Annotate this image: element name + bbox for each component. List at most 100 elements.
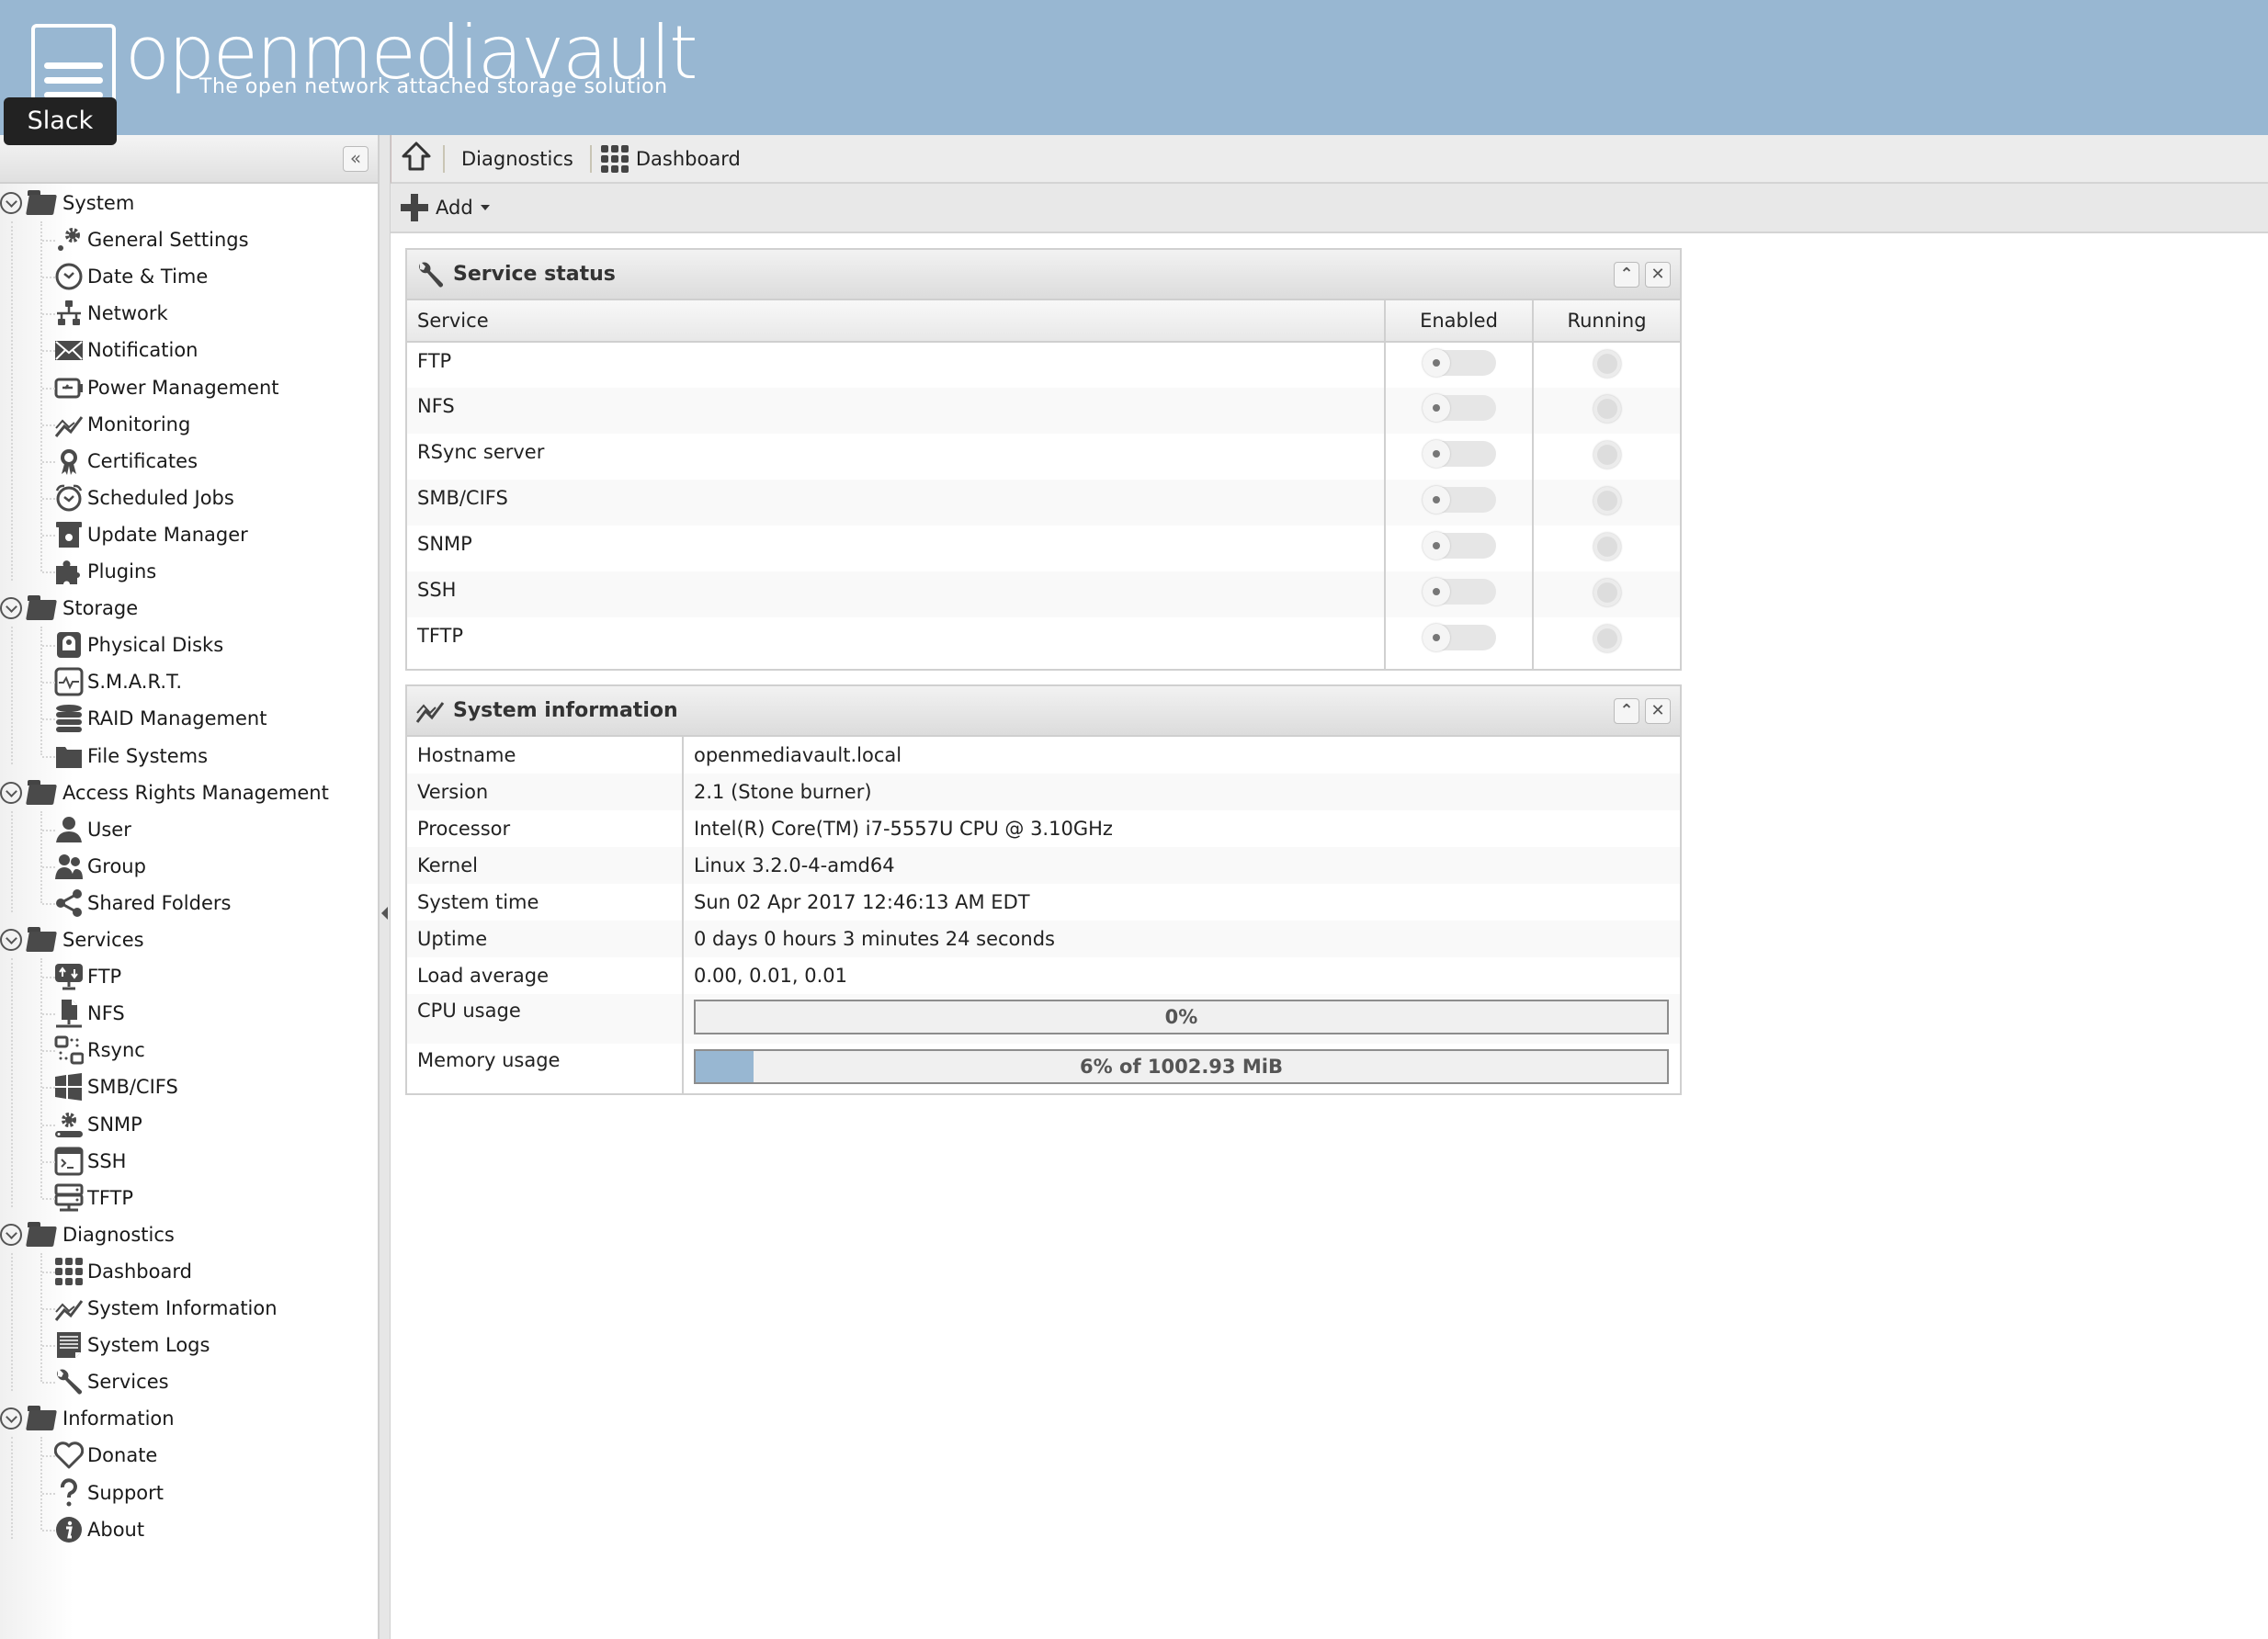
enabled-toggle[interactable] [1422,486,1496,514]
sidebar-item-dashboard[interactable]: Dashboard [54,1253,192,1290]
widget-title: System information [453,699,678,722]
sidebar-item-about[interactable]: About [54,1511,144,1548]
sidebar-item-power-management[interactable]: Power Management [54,369,279,406]
sidebar-item-raid-management[interactable]: RAID Management [54,700,266,737]
sidebar-item-shared-folders[interactable]: Shared Folders [54,885,231,921]
sidebar-item-date-time[interactable]: Date & Time [54,258,208,295]
sidebar-item-support[interactable]: Support [54,1475,164,1511]
breadcrumb-dashboard[interactable]: Dashboard [636,148,741,170]
running-status-icon [1593,395,1621,423]
collapse-sidebar-button[interactable]: « [343,146,369,172]
sidebar-item-network[interactable]: Network [54,295,168,332]
sidebar-group-information[interactable]: Information [0,1400,175,1437]
package-icon [54,520,84,549]
widget-header: System information ⌃ ✕ [407,686,1680,737]
breadcrumb-diagnostics[interactable]: Diagnostics [461,148,573,170]
close-widget-button[interactable]: ✕ [1645,262,1671,288]
close-widget-button[interactable]: ✕ [1645,698,1671,724]
chevron-down-icon[interactable] [0,597,22,620]
column-header-service[interactable]: Service [407,300,1385,343]
sidebar-item-plugins[interactable]: Plugins [54,553,156,590]
collapse-widget-button[interactable]: ⌃ [1614,262,1639,288]
sidebar-group-label: Information [62,1407,175,1430]
sidebar-item-nfs[interactable]: NFS [54,995,125,1032]
sidebar-item-system-information[interactable]: System Information [54,1290,278,1327]
info-key: System time [407,884,684,921]
chevron-down-icon[interactable] [480,205,490,210]
sidebar-item-label: Certificates [87,449,198,472]
tree-guide [42,277,55,279]
disk-icon [54,630,84,660]
chevron-down-icon[interactable] [0,1223,22,1246]
service-name: NFS [407,388,1385,434]
chevron-down-icon[interactable] [0,1407,22,1430]
breadcrumb-separator [589,144,592,173]
server-icon [54,1183,84,1213]
breadcrumb-separator [443,144,445,173]
sidebar-item-tftp[interactable]: TFTP [54,1180,133,1216]
sidebar-group-access-rights-management[interactable]: Access Rights Management [0,774,329,811]
sidebar-item-s-m-a-r-t[interactable]: S.M.A.R.T. [54,663,182,700]
sidebar-item-general-settings[interactable]: General Settings [54,221,249,258]
chevron-down-icon[interactable] [0,781,22,804]
sidebar-item-system-logs[interactable]: System Logs [54,1327,210,1363]
tree-guide [11,1437,13,1539]
sidebar-item-smb-cifs[interactable]: SMB/CIFS [54,1068,178,1105]
chevron-down-icon[interactable] [0,929,22,951]
sidebar-item-update-manager[interactable]: Update Manager [54,516,248,553]
table-row: SMB/CIFS [407,480,1680,526]
enabled-toggle[interactable] [1422,578,1496,605]
sidebar-item-file-systems[interactable]: File Systems [54,738,208,774]
tree-guide [42,460,55,463]
tree-guide [42,645,55,648]
sidebar-item-ssh[interactable]: SSH [54,1143,126,1180]
envelope-icon [54,335,84,365]
home-icon[interactable] [401,141,432,176]
sidebar-group-diagnostics[interactable]: Diagnostics [0,1216,175,1253]
add-button[interactable]: Add [436,197,473,219]
enabled-toggle[interactable] [1422,624,1496,651]
collapse-widget-button[interactable]: ⌃ [1614,698,1639,724]
line-chart-icon [415,701,445,723]
sidebar-item-ftp[interactable]: FTP [54,958,121,995]
sidebar-splitter[interactable] [379,135,391,1639]
breadcrumb: Diagnostics Dashboard [391,135,2268,184]
column-header-running[interactable]: Running [1532,300,1680,343]
column-header-enabled[interactable]: Enabled [1384,300,1533,343]
database-icon [54,704,84,733]
running-status-icon [1593,579,1621,606]
sidebar-item-services[interactable]: Services [54,1363,169,1400]
sidebar-item-label: NFS [87,1002,125,1025]
sidebar-item-notification[interactable]: Notification [54,332,198,368]
folder-open-icon [26,927,57,953]
sidebar-item-donate[interactable]: Donate [54,1437,157,1474]
enabled-toggle[interactable] [1422,532,1496,560]
sidebar-item-user[interactable]: User [54,811,131,848]
sidebar-item-label: System Logs [87,1334,210,1357]
running-status-icon [1593,625,1621,652]
service-name: RSync server [417,441,545,463]
tree-guide [42,977,55,979]
collapse-arrow-icon[interactable] [381,907,388,920]
sidebar-item-snmp[interactable]: SNMP [54,1106,142,1143]
share-icon [54,888,84,918]
chevron-down-icon[interactable] [0,192,22,214]
sidebar-item-scheduled-jobs[interactable]: Scheduled Jobs [54,480,234,516]
tree-guide [42,1197,55,1200]
sidebar-item-certificates[interactable]: Certificates [54,443,198,480]
tree-guide [11,627,13,765]
sidebar-group-label: Storage [62,597,139,620]
sidebar-group-system[interactable]: System [0,185,134,221]
sidebar-item-physical-disks[interactable]: Physical Disks [54,627,223,663]
sidebar-item-label: Date & Time [87,266,209,288]
sidebar-item-monitoring[interactable]: Monitoring [54,406,190,443]
sidebar-item-rsync[interactable]: Rsync [54,1032,145,1068]
enabled-toggle[interactable] [1422,349,1496,377]
enabled-toggle[interactable] [1422,440,1496,468]
enabled-toggle[interactable] [1422,394,1496,422]
sidebar-group-storage[interactable]: Storage [0,590,138,627]
sidebar-group-services[interactable]: Services [0,921,144,958]
sidebar-item-group[interactable]: Group [54,848,146,885]
terminal-icon [54,1147,84,1176]
tree-guide [42,571,55,573]
